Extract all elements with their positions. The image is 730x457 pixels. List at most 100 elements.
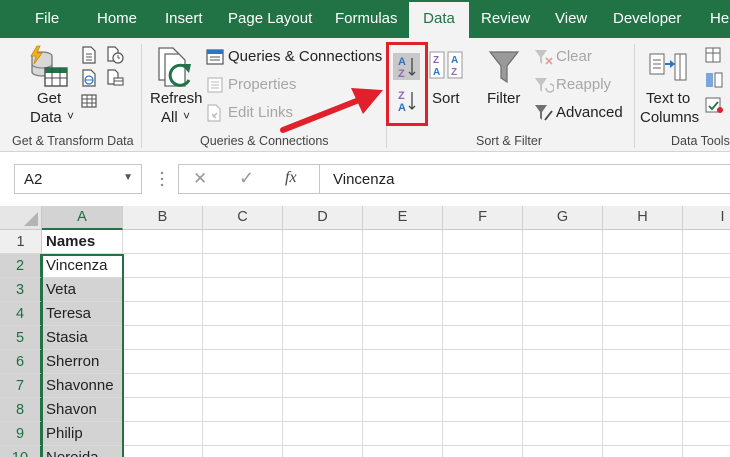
column-header-f[interactable]: F xyxy=(443,206,523,230)
refresh-all-label-2[interactable]: All xyxy=(161,109,178,126)
cell-g10[interactable] xyxy=(523,446,603,457)
refresh-all-icon[interactable] xyxy=(153,46,197,92)
tab-developer[interactable]: Developer xyxy=(613,0,681,38)
name-box[interactable]: A2 ▼ xyxy=(14,164,142,194)
cell-e9[interactable] xyxy=(363,422,443,446)
advanced-filter-icon[interactable] xyxy=(534,103,554,123)
cell-c7[interactable] xyxy=(203,374,283,398)
cell-e5[interactable] xyxy=(363,326,443,350)
cell-h9[interactable] xyxy=(603,422,683,446)
cell-i7[interactable] xyxy=(683,374,730,398)
refresh-all-dropdown-icon[interactable]: ˅ xyxy=(183,109,190,123)
tab-view[interactable]: View xyxy=(555,0,587,38)
cell-c4[interactable] xyxy=(203,302,283,326)
formula-input[interactable]: Vincenza xyxy=(319,164,730,194)
cell-f6[interactable] xyxy=(443,350,523,374)
cell-e2[interactable] xyxy=(363,254,443,278)
cell-d4[interactable] xyxy=(283,302,363,326)
cell-b10[interactable] xyxy=(123,446,203,457)
cell-g4[interactable] xyxy=(523,302,603,326)
cell-g3[interactable] xyxy=(523,278,603,302)
text-to-columns-label-2[interactable]: Columns xyxy=(640,109,699,126)
cell-f4[interactable] xyxy=(443,302,523,326)
row-header-6[interactable]: 6 xyxy=(0,350,42,374)
cell-d7[interactable] xyxy=(283,374,363,398)
cell-c8[interactable] xyxy=(203,398,283,422)
cell-e10[interactable] xyxy=(363,446,443,457)
tab-help[interactable]: He xyxy=(710,0,729,38)
cell-b4[interactable] xyxy=(123,302,203,326)
cell-i3[interactable] xyxy=(683,278,730,302)
cell-i2[interactable] xyxy=(683,254,730,278)
column-header-a[interactable]: A xyxy=(42,206,123,230)
cell-g8[interactable] xyxy=(523,398,603,422)
cell-d1[interactable] xyxy=(283,230,363,254)
cell-f1[interactable] xyxy=(443,230,523,254)
column-header-h[interactable]: H xyxy=(603,206,683,230)
cell-b7[interactable] xyxy=(123,374,203,398)
cell-a6[interactable]: Sherron xyxy=(42,350,123,374)
insert-function-icon[interactable]: fx xyxy=(285,169,297,187)
cell-c3[interactable] xyxy=(203,278,283,302)
cell-i9[interactable] xyxy=(683,422,730,446)
get-data-button-label-1[interactable]: Get xyxy=(37,90,61,107)
column-header-d[interactable]: D xyxy=(283,206,363,230)
cell-f9[interactable] xyxy=(443,422,523,446)
cell-f10[interactable] xyxy=(443,446,523,457)
cell-b8[interactable] xyxy=(123,398,203,422)
cell-a5[interactable]: Stasia xyxy=(42,326,123,350)
get-data-dropdown-icon[interactable]: ˅ xyxy=(67,109,74,123)
cell-b6[interactable] xyxy=(123,350,203,374)
column-header-e[interactable]: E xyxy=(363,206,443,230)
cell-c6[interactable] xyxy=(203,350,283,374)
cell-h7[interactable] xyxy=(603,374,683,398)
cell-a4[interactable]: Teresa xyxy=(42,302,123,326)
column-header-i[interactable]: I xyxy=(683,206,730,230)
get-data-button-label-2[interactable]: Data xyxy=(30,109,62,126)
cell-d5[interactable] xyxy=(283,326,363,350)
cell-d6[interactable] xyxy=(283,350,363,374)
cell-b2[interactable] xyxy=(123,254,203,278)
reapply-filter-button[interactable]: Reapply xyxy=(556,76,611,93)
cell-g1[interactable] xyxy=(523,230,603,254)
cancel-icon[interactable]: ✕ xyxy=(193,169,207,189)
cell-a9[interactable]: Philip xyxy=(42,422,123,446)
cell-d10[interactable] xyxy=(283,446,363,457)
cell-d3[interactable] xyxy=(283,278,363,302)
column-header-c[interactable]: C xyxy=(203,206,283,230)
cell-i1[interactable] xyxy=(683,230,730,254)
cell-h4[interactable] xyxy=(603,302,683,326)
cell-d2[interactable] xyxy=(283,254,363,278)
cell-h5[interactable] xyxy=(603,326,683,350)
cell-b5[interactable] xyxy=(123,326,203,350)
cell-b3[interactable] xyxy=(123,278,203,302)
name-box-dropdown-icon[interactable]: ▼ xyxy=(123,172,133,183)
cell-i8[interactable] xyxy=(683,398,730,422)
filter-icon[interactable] xyxy=(488,48,520,86)
queries-connections-icon[interactable] xyxy=(206,48,224,66)
tab-insert[interactable]: Insert xyxy=(165,0,203,38)
from-text-icon[interactable] xyxy=(80,46,98,64)
worksheet-grid[interactable]: A B C D E F G H I 1 Names 2 Vincenza 3 Veta 4 Teresa 5 Sta… xyxy=(0,206,730,457)
tab-data[interactable]: Data xyxy=(409,2,469,38)
cell-i5[interactable] xyxy=(683,326,730,350)
row-header-7[interactable]: 7 xyxy=(0,374,42,398)
cell-e1[interactable] xyxy=(363,230,443,254)
cell-g7[interactable] xyxy=(523,374,603,398)
enter-icon[interactable]: ✓ xyxy=(239,168,254,189)
cell-g9[interactable] xyxy=(523,422,603,446)
cell-i4[interactable] xyxy=(683,302,730,326)
cell-g5[interactable] xyxy=(523,326,603,350)
text-to-columns-label-1[interactable]: Text to xyxy=(646,90,690,107)
row-header-9[interactable]: 9 xyxy=(0,422,42,446)
filter-button[interactable]: Filter xyxy=(487,90,520,107)
cell-b9[interactable] xyxy=(123,422,203,446)
select-all-corner[interactable] xyxy=(0,206,42,230)
queries-connections-button[interactable]: Queries & Connections xyxy=(228,48,382,65)
clear-filter-button[interactable]: Clear xyxy=(556,48,592,65)
existing-connections-icon[interactable] xyxy=(106,69,124,87)
cell-e8[interactable] xyxy=(363,398,443,422)
row-header-4[interactable]: 4 xyxy=(0,302,42,326)
cell-e4[interactable] xyxy=(363,302,443,326)
cell-d8[interactable] xyxy=(283,398,363,422)
